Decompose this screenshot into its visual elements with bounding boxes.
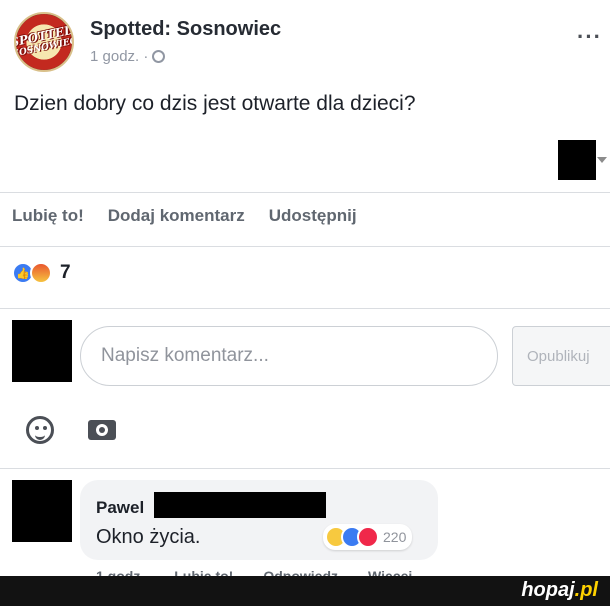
comment-input[interactable]: Napisz komentarz... <box>80 326 498 386</box>
comment-text: Okno życia. <box>96 526 201 548</box>
more-icon[interactable]: ··· <box>577 24 602 50</box>
watermark-text: hopaj <box>521 579 575 601</box>
divider <box>0 246 610 247</box>
redacted-commenter-avatar <box>12 480 72 542</box>
reaction-count: 7 <box>60 262 71 283</box>
love-icon <box>357 526 379 548</box>
emoji-icon[interactable] <box>26 416 54 444</box>
like-button[interactable]: Lubię to! <box>12 206 84 226</box>
comment-button[interactable]: Dodaj komentarz <box>108 206 245 226</box>
comment-reaction-count: 220 <box>383 529 407 545</box>
watermark-bar: hopaj.pl <box>0 576 610 606</box>
post-meta: 1 godz. · <box>90 48 166 65</box>
comment-reactions[interactable]: 220 <box>323 524 413 550</box>
page-name[interactable]: Spotted: Sosnowiec <box>90 18 281 41</box>
post-text: Dzien dobry co dzis jest otwarte dla dzi… <box>14 92 416 115</box>
redacted-avatar <box>12 320 72 382</box>
comment-bubble: Pawel Okno życia. 220 <box>80 480 438 560</box>
page-logo[interactable]: SPOTTED SOSNOWIEC <box>14 12 74 72</box>
comment-input-placeholder: Napisz komentarz... <box>101 345 269 366</box>
post-header: SPOTTED SOSNOWIEC Spotted: Sosnowiec 1 g… <box>12 8 602 72</box>
watermark-logo: hopaj.pl <box>521 579 598 602</box>
share-button[interactable]: Udostępnij <box>269 206 357 226</box>
redacted-block <box>558 140 596 180</box>
reactions-summary[interactable]: 👍 7 <box>12 262 71 284</box>
watermark-suffix: .pl <box>574 579 598 601</box>
divider <box>0 308 610 309</box>
publish-label: Opublikuj <box>527 347 590 365</box>
caret-down-icon[interactable] <box>597 157 607 163</box>
publish-button[interactable]: Opublikuj <box>512 326 610 386</box>
post-action-bar: Lubię to! Dodaj komentarz Udostępnij <box>12 206 357 226</box>
logo-text: SPOTTED SOSNOWIEC <box>16 23 72 60</box>
globe-icon <box>152 50 166 63</box>
angry-icon <box>30 262 52 284</box>
camera-icon[interactable] <box>88 420 116 440</box>
comment-author[interactable]: Pawel <box>96 498 144 518</box>
divider <box>0 468 610 469</box>
redacted-surname <box>154 492 326 518</box>
divider <box>0 192 610 193</box>
post-time[interactable]: 1 godz. · <box>90 48 148 65</box>
